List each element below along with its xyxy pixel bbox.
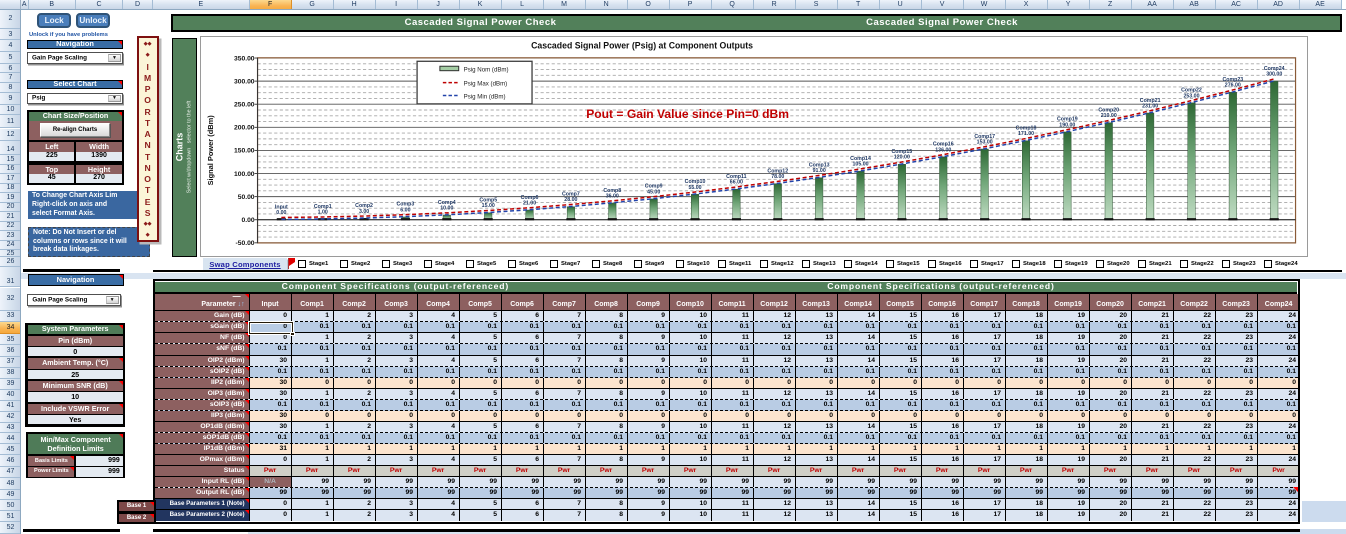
- svg-text:6.00: 6.00: [400, 207, 410, 213]
- svg-text:21.00: 21.00: [523, 200, 536, 206]
- svg-text:210.00: 210.00: [1101, 113, 1117, 119]
- svg-text:105.00: 105.00: [852, 162, 868, 168]
- svg-text:28.00: 28.00: [564, 197, 577, 203]
- svg-text:200.00: 200.00: [234, 125, 255, 132]
- svg-text:Psig Min (dBm): Psig Min (dBm): [464, 93, 506, 100]
- svg-text:Psig Max (dBm): Psig Max (dBm): [464, 81, 508, 88]
- svg-text:350.00: 350.00: [234, 55, 255, 62]
- svg-text:78.00: 78.00: [771, 174, 784, 180]
- svg-text:171.00: 171.00: [1018, 131, 1034, 137]
- svg-text:Psig Nom (dBm): Psig Nom (dBm): [464, 67, 509, 74]
- svg-text:190.00: 190.00: [1059, 122, 1075, 128]
- svg-text:0.00: 0.00: [241, 217, 254, 224]
- svg-text:300.00: 300.00: [234, 78, 255, 85]
- svg-text:45.00: 45.00: [647, 189, 660, 195]
- svg-text:10.00: 10.00: [440, 206, 453, 212]
- svg-text:300.00: 300.00: [1266, 72, 1282, 78]
- svg-text:36.00: 36.00: [606, 194, 619, 200]
- svg-text:100.00: 100.00: [234, 171, 255, 178]
- svg-text:Pout = Gain Value since Pin=0: Pout = Gain Value since Pin=0 dBm: [586, 107, 789, 121]
- svg-text:66.00: 66.00: [730, 180, 743, 186]
- svg-text:55.00: 55.00: [688, 185, 701, 191]
- svg-text:50.00: 50.00: [238, 194, 255, 201]
- svg-text:250.00: 250.00: [234, 102, 255, 109]
- svg-text:153.00: 153.00: [977, 139, 993, 145]
- svg-text:120.00: 120.00: [894, 155, 910, 161]
- svg-text:91.00: 91.00: [813, 168, 826, 174]
- svg-text:3.00: 3.00: [359, 209, 369, 215]
- svg-text:231.00: 231.00: [1142, 103, 1158, 109]
- svg-text:0.00: 0.00: [276, 210, 286, 216]
- svg-text:Cascaded Signal Power (Psig) a: Cascaded Signal Power (Psig) at Componen…: [531, 40, 753, 50]
- svg-text:136.00: 136.00: [935, 147, 951, 153]
- svg-text:15.00: 15.00: [482, 203, 495, 209]
- svg-text:Signal Power (dBm): Signal Power (dBm): [206, 115, 215, 186]
- svg-text:-50.00: -50.00: [236, 240, 255, 247]
- svg-text:1.00: 1.00: [318, 210, 328, 216]
- svg-text:150.00: 150.00: [234, 148, 255, 155]
